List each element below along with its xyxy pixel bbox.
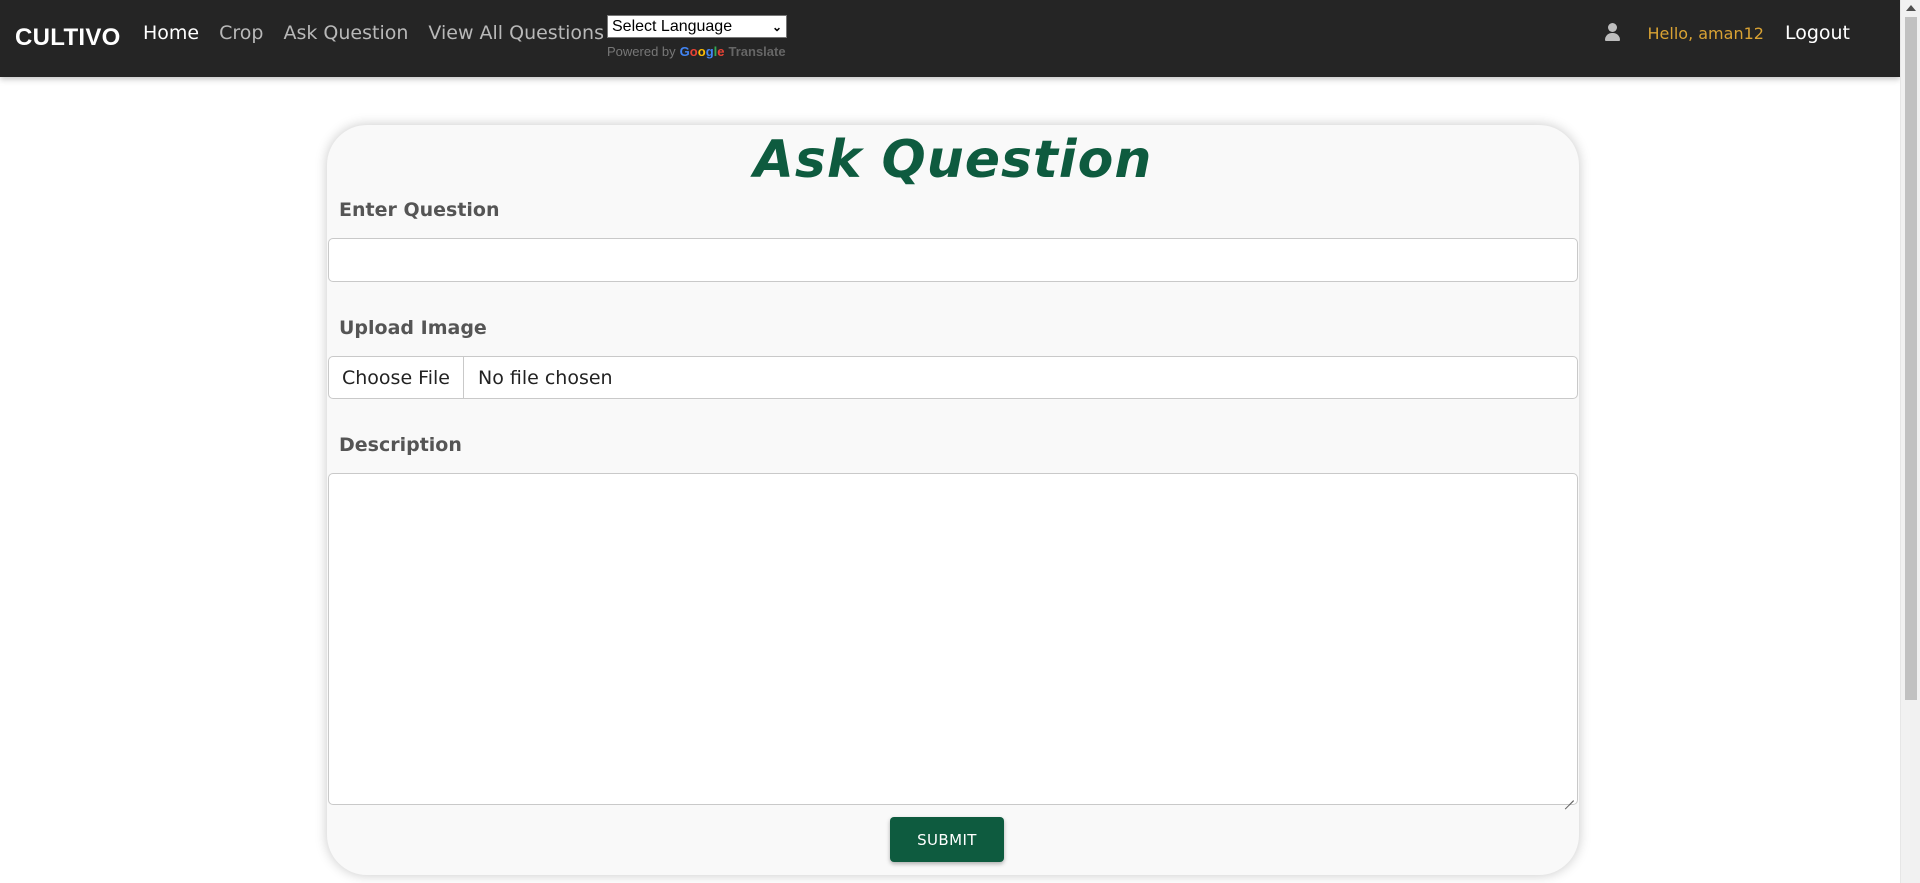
description-textarea[interactable] [328, 473, 1578, 805]
user-area: Hello, aman12 Logout [1604, 22, 1850, 44]
logout-link[interactable]: Logout [1785, 22, 1850, 44]
user-icon [1604, 23, 1622, 43]
scrollbar-thumb[interactable] [1905, 17, 1917, 700]
page-scrollbar[interactable] [1900, 0, 1920, 883]
nav-link-ask-question[interactable]: Ask Question [283, 22, 408, 44]
image-file-input[interactable]: Choose File No file chosen [328, 356, 1578, 399]
google-translate-widget: Select Language ⌄ Powered by Google Tran… [607, 15, 787, 59]
nav-link-view-all-questions[interactable]: View All Questions [428, 22, 604, 44]
question-input[interactable] [328, 238, 1578, 282]
ask-question-form: Ask Question Enter Question Upload Image… [327, 125, 1579, 875]
chevron-down-icon: ⌄ [771, 19, 782, 34]
description-label: Description [339, 434, 462, 456]
upload-image-label: Upload Image [339, 317, 487, 339]
choose-file-button[interactable]: Choose File [329, 357, 464, 398]
powered-by-text: Powered by [607, 44, 676, 59]
scroll-up-arrow-icon[interactable] [1906, 5, 1916, 11]
resize-handle-icon[interactable] [1565, 792, 1575, 802]
navbar: CULTIVO Home Crop Ask Question View All … [0, 0, 1900, 77]
google-logo[interactable]: Google [680, 44, 725, 59]
file-status-text: No file chosen [478, 366, 613, 389]
nav-link-crop[interactable]: Crop [219, 22, 263, 44]
user-greeting: Hello, aman12 [1647, 23, 1764, 43]
powered-by-google: Powered by Google Translate [607, 44, 787, 59]
translate-link[interactable]: Translate [729, 44, 786, 59]
nav-links: Home Crop Ask Question View All Question… [143, 22, 604, 44]
page-title: Ask Question [753, 130, 1153, 190]
nav-link-home[interactable]: Home [143, 22, 199, 44]
language-select-value: Select Language [612, 17, 733, 35]
question-label: Enter Question [339, 199, 500, 221]
submit-button[interactable]: SUBMIT [890, 817, 1004, 862]
brand-logo[interactable]: CULTIVO [15, 24, 121, 52]
language-select[interactable]: Select Language ⌄ [607, 15, 787, 38]
